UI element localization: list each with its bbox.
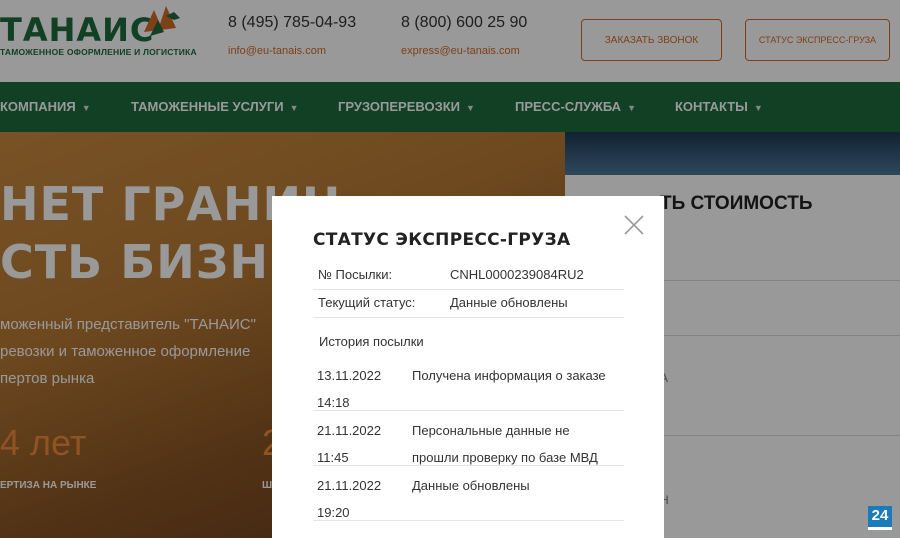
parcel-number-value: CNHL0000239084RU2 xyxy=(450,267,584,282)
current-status-value: Данные обновлены xyxy=(450,295,568,310)
history-description: Данные обновлены xyxy=(412,478,530,493)
history-row: 13.11.2022 14:18 Получена информация о з… xyxy=(313,356,624,411)
history-date: 13.11.2022 14:18 xyxy=(317,368,382,410)
cargo-status-modal: СТАТУС ЭКСПРЕСС-ГРУЗА № Посылки: CNHL000… xyxy=(272,196,664,538)
modal-title: СТАТУС ЭКСПРЕСС-ГРУЗА xyxy=(313,230,571,250)
history-description: Персональные данные не прошли проверку п… xyxy=(412,423,598,465)
chat-widget-badge[interactable]: 24 xyxy=(868,506,892,530)
history-description: Получена информация о заказе xyxy=(412,368,606,383)
history-row: 21.11.2022 11:45 Персональные данные не … xyxy=(313,411,624,466)
history-title: История посылки xyxy=(319,334,424,349)
history-row: 21.11.2022 19:20 Данные обновлены xyxy=(313,466,624,521)
close-icon[interactable] xyxy=(623,214,645,236)
history-date: 21.11.2022 11:45 xyxy=(317,423,382,465)
parcel-number-row: № Посылки: CNHL0000239084RU2 xyxy=(313,261,624,290)
current-status-row: Текущий статус: Данные обновлены xyxy=(313,290,624,318)
parcel-number-label: № Посылки: xyxy=(318,267,393,282)
current-status-label: Текущий статус: xyxy=(318,295,416,310)
history-date: 21.11.2022 19:20 xyxy=(317,478,382,520)
